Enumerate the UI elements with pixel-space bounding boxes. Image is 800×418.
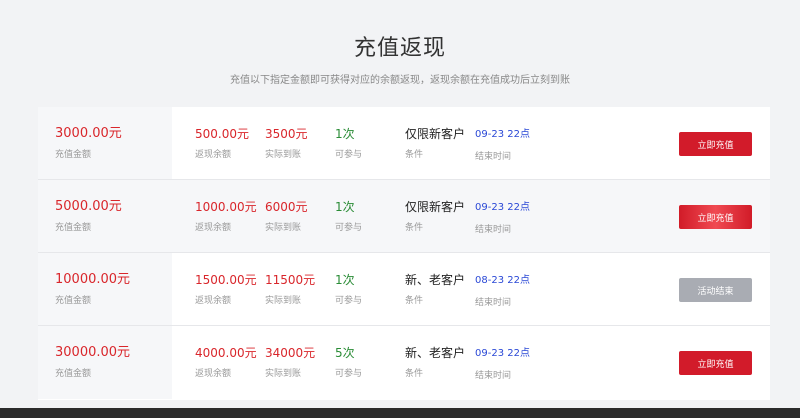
times-value: 5次 xyxy=(335,346,355,360)
end-time-cell: 09-23 22点 结束时间 xyxy=(475,347,530,382)
amount-value: 10000.00元 xyxy=(55,272,131,287)
condition-value: 仅限新客户 xyxy=(405,127,466,141)
cashback-cell: 1000.00元 返现余额 xyxy=(195,200,257,234)
condition-value: 新、老客户 xyxy=(405,273,466,287)
actual-cell: 34000元 实际到账 xyxy=(265,346,315,380)
times-cell: 1次 可参与 xyxy=(335,127,362,161)
footer-bar xyxy=(0,408,800,418)
amount-cell: 3000.00元 充值金额 xyxy=(55,127,122,161)
actual-value: 11500元 xyxy=(265,273,316,287)
condition-value: 新、老客户 xyxy=(405,346,466,360)
times-label: 可参与 xyxy=(335,223,363,233)
cashback-value: 1000.00元 xyxy=(195,200,257,214)
amount-label: 充值金额 xyxy=(55,296,92,306)
times-cell: 1次 可参与 xyxy=(335,273,362,307)
end-time-label: 结束时间 xyxy=(475,298,512,308)
end-time-label: 结束时间 xyxy=(475,371,512,381)
condition-cell: 新、老客户 条件 xyxy=(405,346,465,380)
actual-cell: 6000元 实际到账 xyxy=(265,200,308,234)
amount-label: 充值金额 xyxy=(55,369,92,379)
cashback-label: 返现余额 xyxy=(195,223,232,233)
cashback-label: 返现余额 xyxy=(195,296,232,306)
amount-label: 充值金额 xyxy=(55,223,92,233)
condition-label: 条件 xyxy=(405,296,424,306)
cashback-label: 返现余额 xyxy=(195,369,232,379)
end-time-cell: 09-23 22点 结束时间 xyxy=(475,201,530,236)
actual-cell: 11500元 实际到账 xyxy=(265,273,315,307)
actual-value: 34000元 xyxy=(265,346,316,360)
condition-label: 条件 xyxy=(405,223,424,233)
actual-cell: 3500元 实际到账 xyxy=(265,127,308,161)
amount-cell: 5000.00元 充值金额 xyxy=(55,200,122,234)
cashback-value: 1500.00元 xyxy=(195,273,257,287)
end-time-cell: 08-23 22点 结束时间 xyxy=(475,274,530,309)
amount-cell: 10000.00元 充值金额 xyxy=(55,273,130,307)
table-row: 5000.00元 充值金额 1000.00元 返现余额 6000元 实际到账 1… xyxy=(38,180,770,253)
actual-value: 3500元 xyxy=(265,127,308,141)
amount-value: 3000.00元 xyxy=(55,126,122,141)
condition-label: 条件 xyxy=(405,369,424,379)
amount-label: 充值金额 xyxy=(55,150,92,160)
actual-label: 实际到账 xyxy=(265,296,302,306)
end-time-value: 09-23 22点 xyxy=(475,348,530,359)
page-title: 充值返现 xyxy=(353,36,446,61)
end-time-label: 结束时间 xyxy=(475,225,512,235)
actual-label: 实际到账 xyxy=(265,150,302,160)
times-label: 可参与 xyxy=(335,296,363,306)
recharge-button[interactable]: 立即充值 xyxy=(679,205,752,229)
end-time-value: 09-23 22点 xyxy=(475,202,530,213)
recharge-button[interactable]: 立即充值 xyxy=(679,351,752,375)
times-value: 1次 xyxy=(335,273,355,287)
end-time-cell: 09-23 22点 结束时间 xyxy=(475,128,530,163)
recharge-button[interactable]: 立即充值 xyxy=(679,132,752,156)
end-time-label: 结束时间 xyxy=(475,152,512,162)
actual-label: 实际到账 xyxy=(265,369,302,379)
table-row: 10000.00元 充值金额 1500.00元 返现余额 11500元 实际到账… xyxy=(38,253,770,326)
cashback-cell: 500.00元 返现余额 xyxy=(195,127,249,161)
amount-value: 5000.00元 xyxy=(55,199,122,214)
cashback-table: 3000.00元 充值金额 500.00元 返现余额 3500元 实际到账 1次… xyxy=(38,107,770,400)
times-cell: 1次 可参与 xyxy=(335,200,362,234)
table-row: 30000.00元 充值金额 4000.00元 返现余额 34000元 实际到账… xyxy=(38,326,770,399)
condition-value: 仅限新客户 xyxy=(405,200,466,214)
cashback-cell: 1500.00元 返现余额 xyxy=(195,273,257,307)
condition-cell: 新、老客户 条件 xyxy=(405,273,465,307)
actual-label: 实际到账 xyxy=(265,223,302,233)
times-value: 1次 xyxy=(335,200,355,214)
end-time-value: 08-23 22点 xyxy=(475,275,530,286)
actual-value: 6000元 xyxy=(265,200,308,214)
times-label: 可参与 xyxy=(335,150,363,160)
cashback-label: 返现余额 xyxy=(195,150,232,160)
condition-cell: 仅限新客户 条件 xyxy=(405,127,465,161)
amount-cell: 30000.00元 充值金额 xyxy=(55,346,130,380)
activity-ended-button[interactable]: 活动结束 xyxy=(679,278,752,302)
times-label: 可参与 xyxy=(335,369,363,379)
table-row: 3000.00元 充值金额 500.00元 返现余额 3500元 实际到账 1次… xyxy=(38,107,770,180)
cashback-value: 4000.00元 xyxy=(195,346,257,360)
cashback-cell: 4000.00元 返现余额 xyxy=(195,346,257,380)
cashback-value: 500.00元 xyxy=(195,127,249,141)
condition-cell: 仅限新客户 条件 xyxy=(405,200,465,234)
condition-label: 条件 xyxy=(405,150,424,160)
amount-value: 30000.00元 xyxy=(55,345,131,360)
end-time-value: 09-23 22点 xyxy=(475,129,530,140)
times-value: 1次 xyxy=(335,127,355,141)
times-cell: 5次 可参与 xyxy=(335,346,362,380)
page-subtitle: 充值以下指定金额即可获得对应的余额返现，返现余额在充值成功后立刻到账 xyxy=(230,75,570,86)
